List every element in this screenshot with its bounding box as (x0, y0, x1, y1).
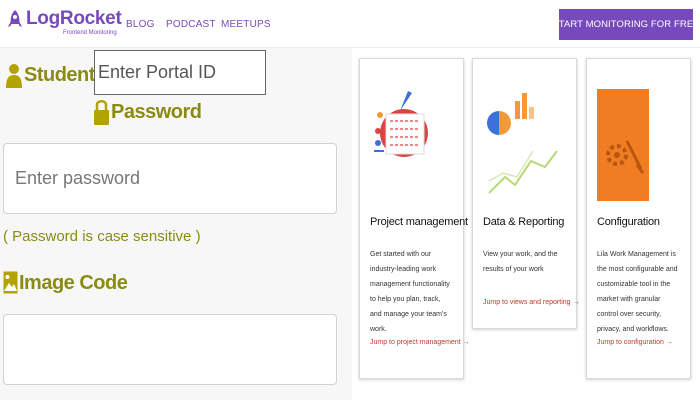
gear-flowchart-icon (374, 91, 428, 157)
password-label: Password (111, 101, 202, 123)
card-link[interactable]: Jump to views and reporting → (483, 299, 580, 306)
rocket-logo-icon (8, 10, 22, 27)
charts-icon (487, 93, 558, 194)
student-id-input[interactable] (94, 50, 266, 95)
user-icon (6, 64, 22, 88)
card-link[interactable]: Jump to project management → (370, 339, 470, 346)
nav-blog-link[interactable]: BLOG (126, 19, 155, 30)
card-title: Configuration (597, 216, 660, 228)
nav-podcast-link[interactable]: PODCAST (166, 19, 216, 30)
lock-icon (94, 100, 109, 125)
start-monitoring-button[interactable]: START MONITORING FOR FREE (552, 9, 700, 40)
card-description: View your work, and the results of your … (483, 251, 558, 273)
image-code-input[interactable] (3, 314, 337, 385)
nav-meetups-link[interactable]: MEETUPS (221, 19, 271, 30)
card-data-reporting[interactable]: Data & Reporting View your work, and the… (472, 58, 580, 329)
card-title: Project management (370, 216, 468, 228)
image-icon (3, 271, 18, 294)
card-description: Lila Work Management is the most configu… (597, 251, 678, 333)
card-title: Data & Reporting (483, 216, 565, 228)
brand-name: LogRocket (26, 8, 122, 29)
card-description: Get started with our industry-leading wo… (370, 251, 450, 333)
password-case-hint: ( Password is case sensitive ) (3, 228, 201, 245)
password-input[interactable] (3, 143, 337, 214)
top-navbar: LogRocket Frontend Monitoring BLOG PODCA… (0, 0, 700, 48)
image-code-label: Image Code (19, 272, 128, 294)
settings-tools-icon (597, 89, 649, 201)
brand-tagline: Frontend Monitoring (63, 30, 117, 36)
card-configuration[interactable]: Configuration Lila Work Management is th… (586, 58, 691, 379)
card-project-management[interactable]: Project management Get started with our … (359, 58, 470, 379)
card-link[interactable]: Jump to configuration → (597, 339, 673, 346)
